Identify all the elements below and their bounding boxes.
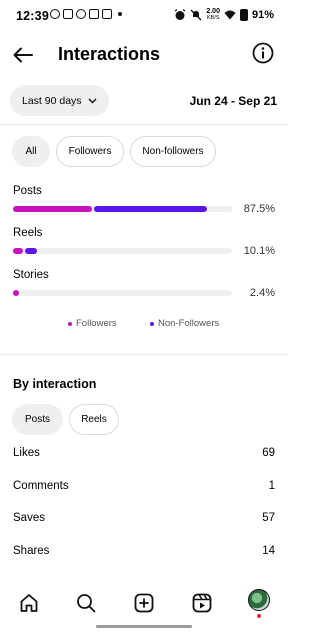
legend-followers-label: Followers	[76, 318, 117, 329]
battery-percent: 91%	[251, 9, 274, 21]
metric-percent-reels: 10.1%	[243, 245, 275, 257]
tab-reels-label: Reels	[81, 414, 107, 425]
divider	[0, 354, 288, 355]
stat-value: 69	[262, 447, 275, 459]
notification-icons	[50, 9, 122, 19]
home-indicator	[96, 625, 192, 628]
stat-label: Shares	[13, 545, 50, 557]
more-notifications-icon	[118, 12, 122, 16]
bar-segment-non-followers	[25, 248, 38, 254]
metric-percent-posts: 87.5%	[243, 203, 275, 215]
speed-unit: KB/S	[206, 15, 220, 21]
tab-reels[interactable]: Reels	[69, 404, 119, 435]
metric-label-reels: Reels	[13, 227, 43, 239]
date-range-dropdown[interactable]: Last 90 days	[10, 85, 109, 116]
stat-row-likes: Likes 69	[13, 447, 275, 459]
stat-row-comments: Comments 1	[13, 480, 275, 492]
tab-all[interactable]: All	[12, 136, 50, 167]
gmail-icon	[89, 9, 99, 19]
stat-row-shares: Shares 14	[13, 545, 275, 557]
bar-segment-followers	[13, 206, 92, 212]
status-time: 12:39	[16, 9, 49, 23]
create-icon	[134, 593, 154, 613]
stat-label: Comments	[13, 480, 69, 492]
tab-all-label: All	[25, 146, 37, 157]
stat-value: 1	[268, 480, 275, 492]
legend-non-followers: Non-Followers	[150, 318, 219, 329]
metric-bar-track-posts	[13, 206, 232, 212]
stat-row-saves: Saves 57	[13, 512, 275, 524]
tab-posts-label: Posts	[24, 414, 50, 425]
followers-dot-icon	[68, 321, 72, 326]
stat-value: 14	[262, 545, 275, 557]
linkedin-icon	[102, 9, 112, 19]
bar-segment-followers	[13, 248, 24, 254]
threads-icon	[76, 9, 86, 19]
metric-label-posts: Posts	[13, 185, 42, 197]
alarm-icon	[174, 9, 186, 20]
system-icons: 2.00 KB/S 91%	[174, 8, 274, 22]
whatsapp-icon	[50, 9, 60, 19]
stat-label: Saves	[13, 512, 45, 524]
tab-posts[interactable]: Posts	[12, 404, 63, 435]
divider	[0, 124, 288, 125]
nav-create[interactable]	[131, 590, 157, 616]
non-followers-dot-icon	[150, 321, 154, 326]
nav-home[interactable]	[16, 590, 42, 616]
network-speed: 2.00 KB/S	[206, 8, 220, 22]
profile-avatar[interactable]	[248, 589, 270, 611]
metric-label-stories: Stories	[13, 269, 49, 281]
bar-segment-followers	[13, 290, 19, 296]
mute-icon	[190, 9, 202, 21]
page-title: Interactions	[58, 44, 161, 64]
profile-notification-dot	[257, 614, 261, 618]
tab-non-followers[interactable]: Non-followers	[130, 136, 216, 167]
metric-percent-stories: 2.4%	[249, 287, 275, 299]
info-button[interactable]	[251, 41, 275, 65]
tab-followers[interactable]: Followers	[56, 136, 124, 167]
nav-search[interactable]	[73, 590, 99, 616]
header: Interactions	[0, 36, 288, 76]
metric-bar-track-reels	[13, 248, 232, 254]
speed-value: 2.00	[206, 8, 220, 15]
status-bar: 12:39 2.00 KB/S 91%	[0, 0, 288, 32]
wifi-icon	[224, 10, 236, 20]
metric-bar-track-stories	[13, 290, 232, 296]
stat-value: 57	[262, 512, 275, 524]
section-title: By interaction	[13, 377, 97, 391]
nav-reels[interactable]	[189, 590, 215, 616]
legend-non-followers-label: Non-Followers	[158, 318, 220, 329]
reels-icon	[192, 593, 212, 613]
date-range-label: Jun 24 - Sep 21	[189, 94, 277, 108]
info-icon	[252, 42, 274, 64]
home-icon	[20, 594, 38, 612]
legend-followers: Followers	[68, 318, 117, 329]
arrow-left-icon	[13, 47, 33, 63]
date-range-selected: Last 90 days	[22, 94, 82, 107]
search-icon	[77, 594, 96, 613]
back-button[interactable]	[10, 42, 36, 68]
tab-followers-label: Followers	[68, 146, 112, 157]
battery-icon	[239, 9, 248, 21]
instagram-icon	[63, 9, 73, 19]
bar-segment-non-followers	[93, 206, 207, 212]
chevron-down-icon	[88, 98, 97, 103]
stat-label: Likes	[13, 447, 40, 459]
bottom-nav	[0, 585, 288, 625]
tab-non-followers-label: Non-followers	[142, 146, 204, 157]
